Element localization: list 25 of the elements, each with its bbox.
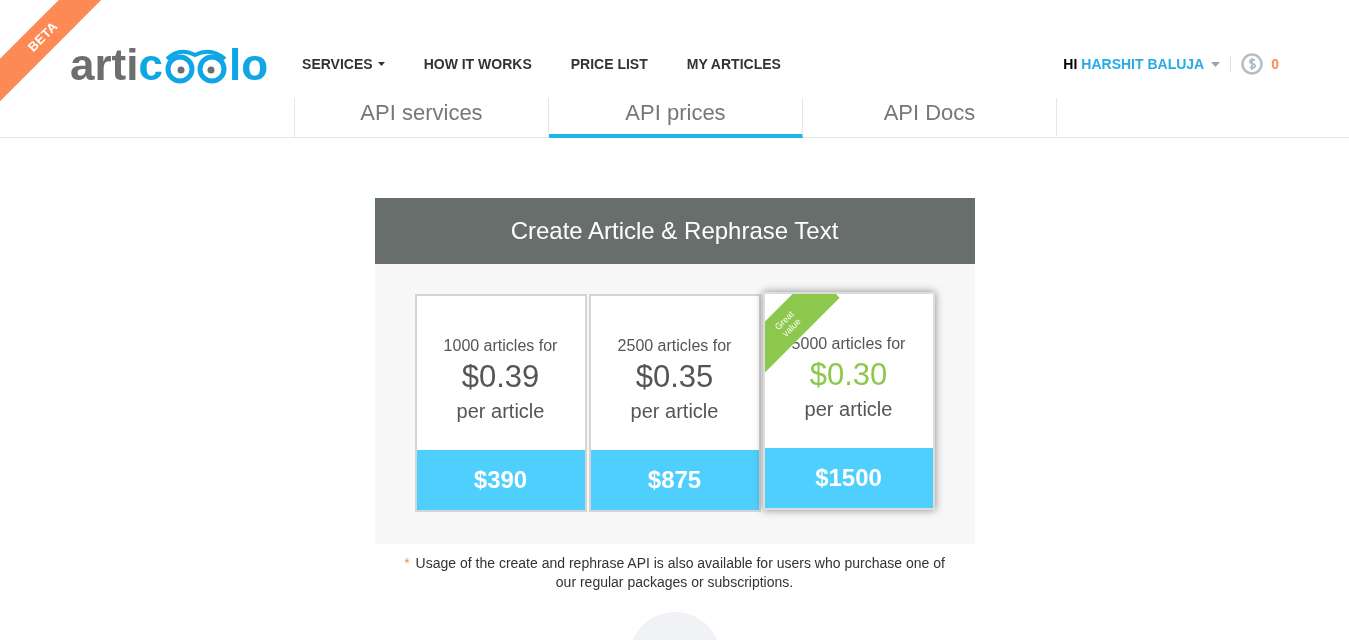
tab[interactable]: API services [295,98,549,138]
nav-link[interactable]: PRICE LIST [570,53,648,75]
caret-icon [1211,61,1221,67]
footnote: * Usage of the create and rephrase API is also available for users who purchase one of our regular packages or subscriptions. [403,554,946,592]
credit-count: 0 [1271,54,1279,74]
tab[interactable]: API Docs [803,98,1057,138]
unit-price: $0.35 [635,358,714,396]
plan-quantity: 2500 articles for [617,336,732,356]
nav-link[interactable]: SERVICES [302,53,385,75]
tab[interactable]: API prices [549,98,803,138]
nav-link[interactable]: HOW IT WORKS [423,53,532,75]
nav-link[interactable]: MY ARTICLES [686,53,781,75]
caret-icon [377,62,385,66]
plan-card[interactable]: 1000 articles for $0.39 per article $390 [414,294,587,512]
plan-card[interactable]: 2500 articles for $0.35 per article $875 [588,294,761,512]
unit-label: per article [456,399,545,424]
logo[interactable]: artic lo [70,41,269,87]
coin-icon [1241,53,1264,75]
plan-quantity: 1000 articles for [443,336,558,356]
user-menu[interactable]: HARSHIT BALUJA [1081,53,1221,75]
unit-price: $0.39 [461,358,540,396]
unit-label: per article [804,397,893,422]
unit-label: per article [630,399,719,424]
greeting: HI [1063,54,1078,74]
pricing-header: Create Article & Rephrase Text [374,198,975,264]
